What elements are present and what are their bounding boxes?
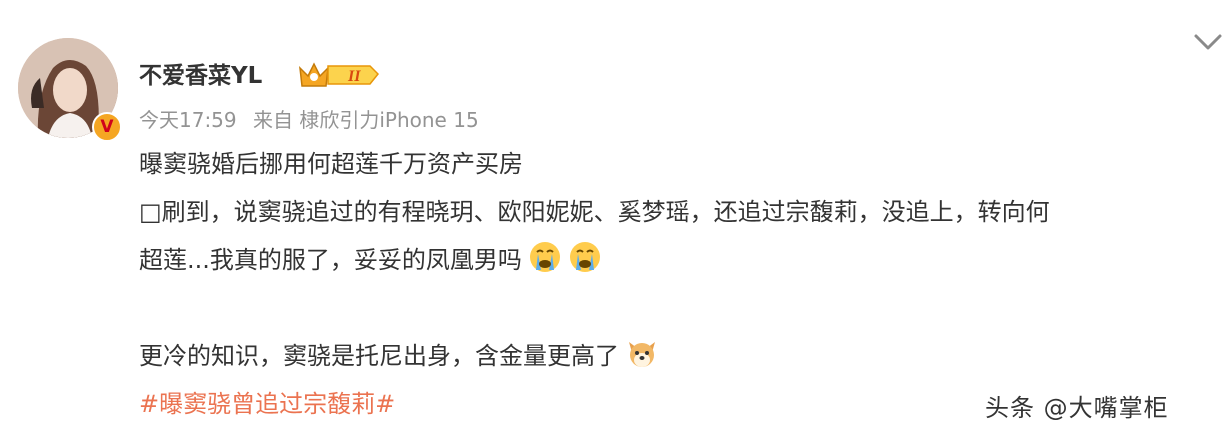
post-meta: 今天17:59 来自 棣欣引力iPhone 15 xyxy=(139,104,489,133)
post-line-4: 更冷的知识，窦骁是托尼出身，含金量更高了 xyxy=(139,332,1209,380)
dog-emoji-icon xyxy=(629,342,655,367)
badge-level: II xyxy=(347,68,361,85)
post-line-2: □刷到，说窦骁追过的有程晓玥、欧阳妮妮、奚梦瑶，还追过宗馥莉，没追上，转向何 xyxy=(139,198,1050,226)
verified-badge-icon: V xyxy=(92,112,122,142)
crying-emoji-icon xyxy=(569,242,600,272)
post-line-3: 超莲...我真的服了，妥妥的凤凰男吗 xyxy=(139,236,1209,284)
post-time[interactable]: 今天17:59 xyxy=(139,108,237,132)
chevron-down-icon[interactable] xyxy=(1190,30,1223,56)
post-content: 曝窦骁婚后挪用何超莲千万资产买房 □刷到，说窦骁追过的有程晓玥、欧阳妮妮、奚梦瑶… xyxy=(139,140,1209,428)
post-source: 来自 棣欣引力iPhone 15 xyxy=(253,108,479,132)
crown-badge-icon[interactable]: II xyxy=(298,58,380,90)
post-line-4-text: 更冷的知识，窦骁是托尼出身，含金量更高了 xyxy=(139,342,619,370)
hashtag-link[interactable]: #曝窦骁曾追过宗馥莉# xyxy=(139,390,395,418)
post-line-1: 曝窦骁婚后挪用何超莲千万资产买房 xyxy=(139,150,523,178)
crying-emoji-icon xyxy=(529,242,560,272)
username[interactable]: 不爱香菜YL xyxy=(139,56,262,90)
verified-label: V xyxy=(100,117,114,137)
watermark: 头条 @大嘴掌柜 xyxy=(985,394,1169,422)
post-line-3-text: 超莲...我真的服了，妥妥的凤凰男吗 xyxy=(139,246,522,274)
